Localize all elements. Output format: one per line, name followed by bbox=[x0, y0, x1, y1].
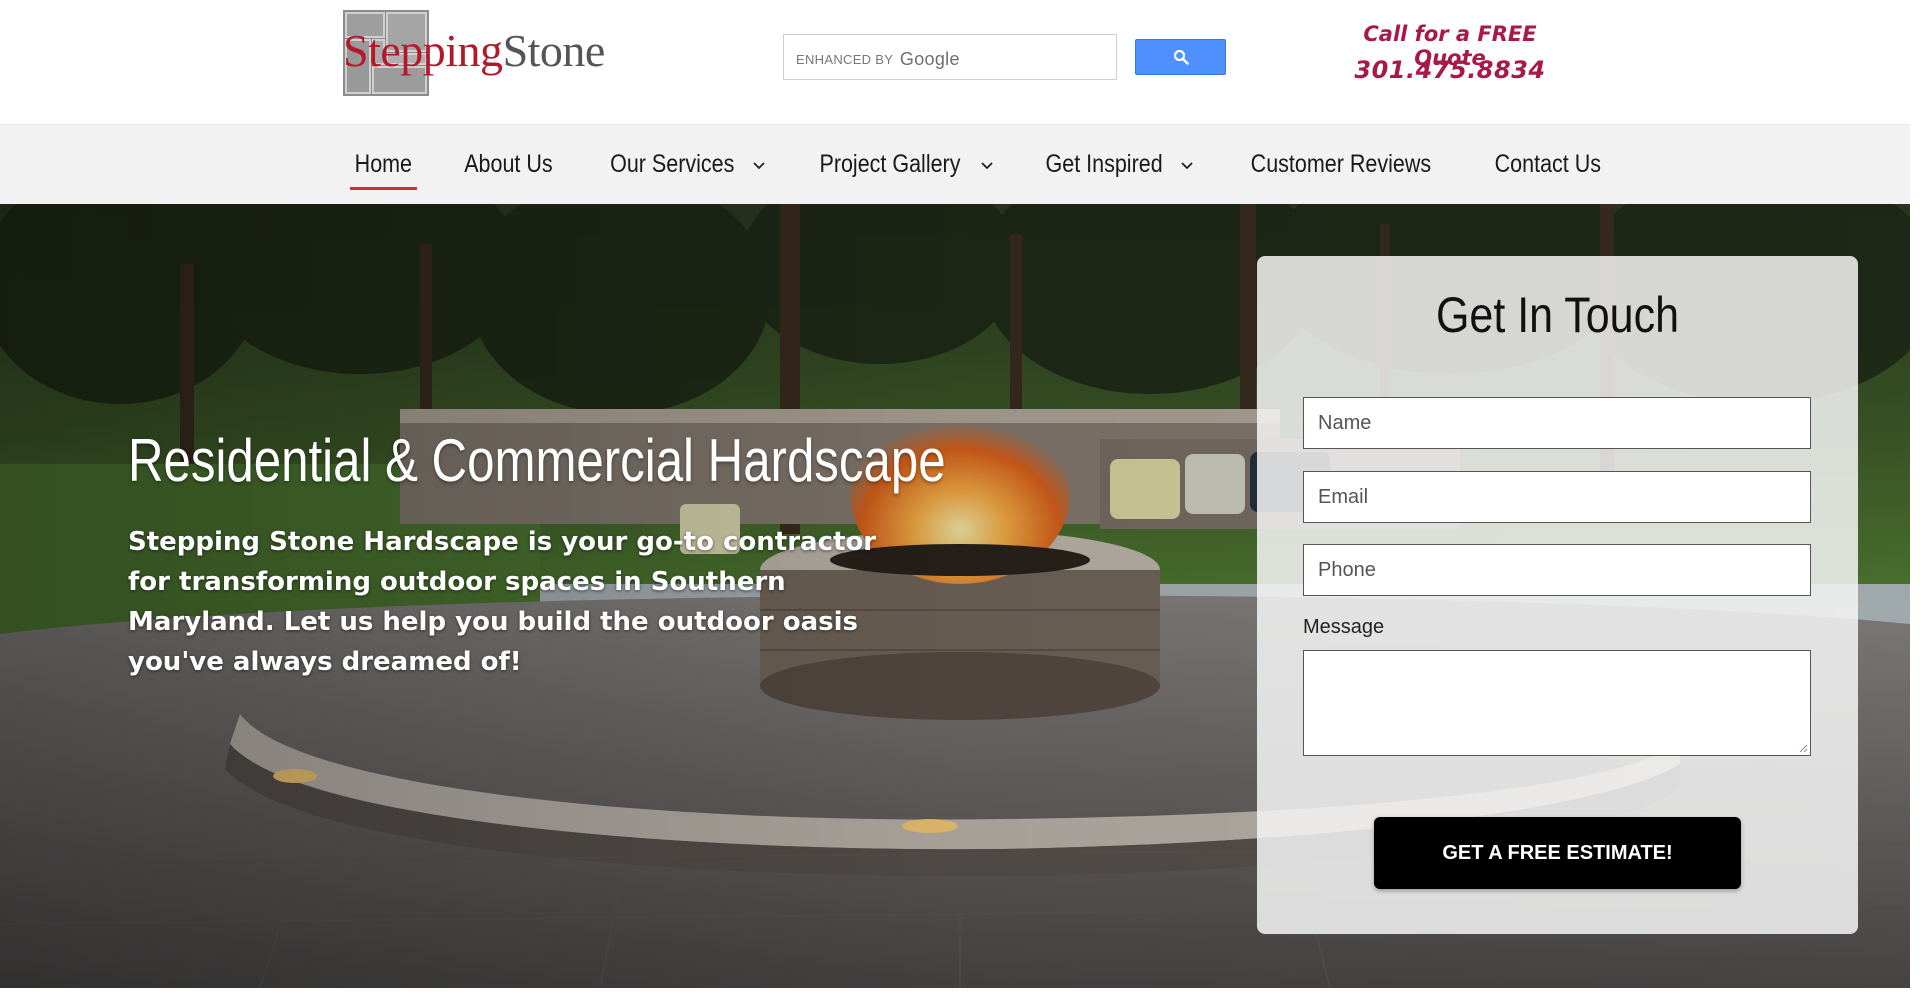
message-label: Message bbox=[1303, 616, 1385, 638]
hero-subtitle: Stepping Stone Hardscape is your go-to c… bbox=[128, 527, 877, 677]
nav-item-customer-reviews[interactable]: Customer Reviews bbox=[1236, 125, 1446, 204]
nav-item-label: Get Inspired bbox=[1045, 150, 1163, 178]
nav-item-label: Our Services bbox=[609, 150, 735, 178]
nav-item-label: About Us bbox=[464, 150, 553, 178]
resize-grip-icon[interactable] bbox=[1798, 743, 1808, 753]
main-nav: Home About Us Our Services Project Galle… bbox=[0, 124, 1910, 204]
message-textarea[interactable] bbox=[1304, 651, 1810, 755]
nav-item-about-us[interactable]: About Us bbox=[457, 125, 560, 204]
active-underline bbox=[350, 187, 417, 190]
nav-item-home[interactable]: Home bbox=[350, 125, 417, 204]
nav-item-contact-us[interactable]: Contact Us bbox=[1486, 125, 1610, 204]
nav-item-label: Project Gallery bbox=[819, 150, 961, 178]
logo-text-stepping: Stepping bbox=[343, 25, 503, 76]
nav-list: Home About Us Our Services Project Galle… bbox=[0, 125, 1910, 204]
name-input[interactable] bbox=[1304, 398, 1810, 448]
chevron-down-icon bbox=[981, 161, 993, 169]
hero-title: Residential & Commercial Hardscape bbox=[128, 427, 946, 494]
nav-item-label: Customer Reviews bbox=[1251, 150, 1432, 178]
form-title: Get In Touch bbox=[1435, 287, 1680, 343]
phone-field[interactable] bbox=[1303, 544, 1811, 596]
search-box[interactable]: ENHANCED BY Google bbox=[783, 34, 1117, 80]
nav-item-label: Home bbox=[354, 150, 413, 178]
search-button[interactable] bbox=[1135, 39, 1226, 75]
name-field[interactable] bbox=[1303, 397, 1811, 449]
chevron-down-icon bbox=[1181, 161, 1193, 169]
email-field[interactable] bbox=[1303, 471, 1811, 523]
nav-item-get-inspired[interactable]: Get Inspired bbox=[1036, 125, 1196, 204]
message-field[interactable] bbox=[1303, 650, 1811, 756]
nav-item-project-gallery[interactable]: Project Gallery bbox=[808, 125, 996, 204]
phone-input[interactable] bbox=[1304, 545, 1810, 595]
page-bottom-edge bbox=[0, 988, 1920, 992]
nav-item-our-services[interactable]: Our Services bbox=[600, 125, 768, 204]
get-free-estimate-button[interactable]: GET A FREE ESTIMATE! bbox=[1374, 817, 1741, 889]
logo-wordmark: SteppingStone bbox=[343, 24, 605, 77]
nav-item-label: Contact Us bbox=[1494, 150, 1602, 178]
contact-form-panel: Get In Touch Message GET A FREE ESTIMATE… bbox=[1257, 256, 1858, 934]
site-logo[interactable]: SteppingStone bbox=[343, 10, 683, 96]
page-right-edge bbox=[1910, 0, 1920, 992]
search-icon bbox=[1173, 49, 1189, 65]
email-input[interactable] bbox=[1304, 472, 1810, 522]
site-header: SteppingStone ENHANCED BY Google Call fo… bbox=[0, 0, 1910, 124]
logo-text-stone: Stone bbox=[502, 25, 606, 76]
chevron-down-icon bbox=[753, 161, 765, 169]
quote-phone-link[interactable]: 301.475.8834 bbox=[1340, 56, 1560, 84]
